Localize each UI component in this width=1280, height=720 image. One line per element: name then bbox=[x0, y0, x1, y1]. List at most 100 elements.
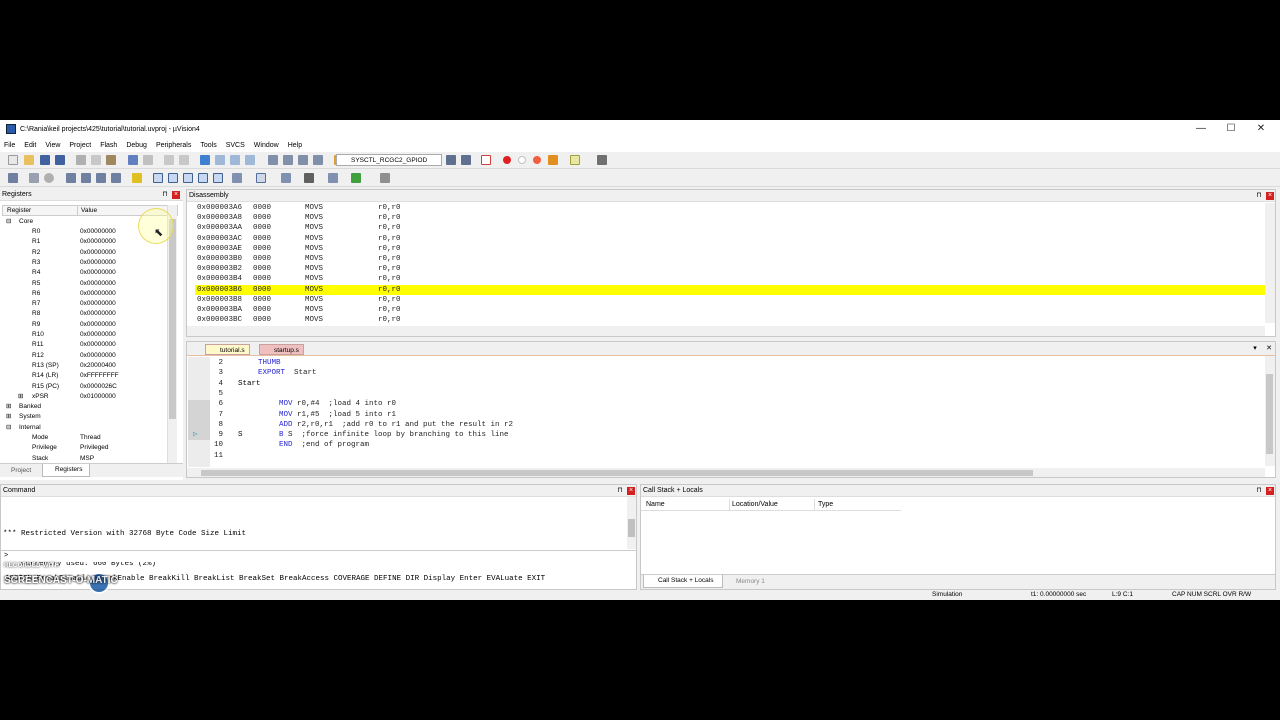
register-value[interactable]: 0x00000000 bbox=[80, 248, 116, 258]
col-location[interactable]: Location/Value bbox=[732, 501, 778, 508]
command-pin-button[interactable]: ⊓ bbox=[616, 487, 624, 495]
comment-icon[interactable] bbox=[298, 155, 308, 165]
unindent-icon[interactable] bbox=[283, 155, 293, 165]
analysis-window-icon[interactable] bbox=[304, 173, 314, 183]
col-name[interactable]: Name bbox=[646, 501, 665, 508]
registers-window-icon[interactable] bbox=[198, 173, 208, 183]
menu-svcs[interactable]: SVCS bbox=[226, 142, 245, 149]
code-line[interactable]: 8 ADD r2,r0,r1 ;add r0 to r1 and put the … bbox=[187, 420, 1257, 430]
disassembly-row[interactable]: 0x000003B2 0000 MOVS r0,r0 bbox=[195, 264, 1265, 274]
watch-window-icon[interactable] bbox=[232, 173, 242, 183]
register-value[interactable]: 0x00000000 bbox=[80, 289, 116, 299]
register-value[interactable]: 0xFFFFFFFF bbox=[80, 371, 119, 381]
tree-group-banked[interactable]: ⊞ Banked bbox=[0, 402, 180, 412]
register-row[interactable]: R2 0x00000000 bbox=[0, 248, 180, 258]
system-viewer-icon[interactable] bbox=[351, 173, 361, 183]
callstack-close-button[interactable]: × bbox=[1266, 487, 1274, 495]
register-value[interactable]: 0x01000000 bbox=[80, 392, 116, 402]
col-divider[interactable] bbox=[729, 499, 730, 511]
code-line[interactable]: 11 bbox=[187, 451, 1257, 461]
register-row[interactable]: R9 0x00000000 bbox=[0, 320, 180, 330]
register-value[interactable]: 0x00000000 bbox=[80, 258, 116, 268]
editor-hscroll-thumb[interactable] bbox=[201, 470, 1033, 476]
indent-icon[interactable] bbox=[268, 155, 278, 165]
menu-debug[interactable]: Debug bbox=[126, 142, 147, 149]
minimize-button[interactable]: — bbox=[1186, 120, 1216, 138]
open-file-icon[interactable] bbox=[24, 155, 34, 165]
tree-group-system[interactable]: ⊞ System bbox=[0, 412, 180, 422]
register-row[interactable]: ⊞ xPSR 0x01000000 bbox=[0, 392, 180, 402]
nav-back-icon[interactable] bbox=[164, 155, 174, 165]
editor-vscroll-thumb[interactable] bbox=[1266, 374, 1273, 454]
register-row[interactable]: Privilege Privileged bbox=[0, 443, 180, 453]
register-value[interactable]: 0x00000000 bbox=[80, 237, 116, 247]
disassembly-row[interactable]: 0x000003B8 0000 MOVS r0,r0 bbox=[195, 295, 1265, 305]
menu-window[interactable]: Window bbox=[254, 142, 279, 149]
col-value[interactable]: Value bbox=[81, 207, 97, 214]
disassembly-row[interactable]: 0x000003A8 0000 MOVS r0,r0 bbox=[195, 213, 1265, 223]
register-row[interactable]: R4 0x00000000 bbox=[0, 268, 180, 278]
step-over-icon[interactable] bbox=[81, 173, 91, 183]
disassembly-vscroll[interactable] bbox=[1265, 203, 1275, 323]
disassembly-row[interactable]: 0x000003AA 0000 MOVS r0,r0 bbox=[195, 223, 1265, 233]
code-line[interactable]: 2 THUMB bbox=[187, 358, 1257, 368]
code-line[interactable]: 7 MOV r1,#5 ;load 5 into r1 bbox=[187, 410, 1257, 420]
register-value[interactable]: 0x0000026C bbox=[80, 382, 117, 392]
target-combo[interactable]: SYSCTL_RCGC2_GPIOD bbox=[336, 154, 442, 166]
code-line[interactable]: 3 EXPORT Start bbox=[187, 368, 1257, 378]
call-stack-window-icon[interactable] bbox=[213, 173, 223, 183]
uncomment-icon[interactable] bbox=[313, 155, 323, 165]
run-to-cursor-icon[interactable] bbox=[111, 173, 121, 183]
nav-forward-icon[interactable] bbox=[179, 155, 189, 165]
save-icon[interactable] bbox=[40, 155, 50, 165]
code-line[interactable]: 5 bbox=[187, 389, 1257, 399]
register-row[interactable]: Mode Thread bbox=[0, 433, 180, 443]
register-row[interactable]: R5 0x00000000 bbox=[0, 279, 180, 289]
menu-project[interactable]: Project bbox=[69, 142, 91, 149]
menu-flash[interactable]: Flash bbox=[100, 142, 117, 149]
toolbox-icon[interactable] bbox=[380, 173, 390, 183]
register-row[interactable]: R15 (PC) 0x0000026C bbox=[0, 382, 180, 392]
registers-pin-button[interactable]: ⊓ bbox=[161, 191, 169, 199]
expand-icon[interactable]: ⊟ bbox=[6, 423, 11, 433]
register-row[interactable]: R6 0x00000000 bbox=[0, 289, 180, 299]
cut-icon[interactable] bbox=[76, 155, 86, 165]
register-row[interactable]: R7 0x00000000 bbox=[0, 299, 180, 309]
disassembly-row[interactable]: 0x000003BC 0000 MOVS r0,r0 bbox=[195, 315, 1265, 325]
register-value[interactable]: 0x00000000 bbox=[80, 227, 116, 237]
incremental-find-icon[interactable] bbox=[461, 155, 471, 165]
disassembly-close-button[interactable]: × bbox=[1266, 192, 1274, 200]
paste-icon[interactable] bbox=[106, 155, 116, 165]
expand-icon[interactable]: ⊞ bbox=[18, 392, 23, 402]
menu-tools[interactable]: Tools bbox=[200, 142, 216, 149]
register-value[interactable]: 0x20000400 bbox=[80, 361, 116, 371]
tab-tutorial-s[interactable]: tutorial.s bbox=[205, 344, 250, 355]
trace-window-icon[interactable] bbox=[328, 173, 338, 183]
stop-icon[interactable] bbox=[44, 173, 54, 183]
register-row[interactable]: R10 0x00000000 bbox=[0, 330, 180, 340]
tab-callstack[interactable]: Call Stack + Locals bbox=[643, 575, 723, 588]
serial-window-icon[interactable] bbox=[281, 173, 291, 183]
symbols-window-icon[interactable] bbox=[183, 173, 193, 183]
command-vscroll-thumb[interactable] bbox=[628, 519, 635, 537]
insert-breakpoint-icon[interactable] bbox=[503, 156, 511, 164]
register-row[interactable]: R13 (SP) 0x20000400 bbox=[0, 361, 180, 371]
window-layout-icon[interactable] bbox=[570, 155, 580, 165]
editor-tabs-menu-icon[interactable]: ▾ bbox=[1251, 345, 1259, 353]
callstack-pin-button[interactable]: ⊓ bbox=[1255, 487, 1263, 495]
new-file-icon[interactable] bbox=[8, 155, 18, 165]
command-close-button[interactable]: × bbox=[627, 487, 635, 495]
register-row[interactable]: R3 0x00000000 bbox=[0, 258, 180, 268]
debug-session-icon[interactable] bbox=[481, 155, 491, 165]
register-value[interactable]: 0x00000000 bbox=[80, 268, 116, 278]
disassembly-row[interactable]: 0x000003A6 0000 MOVS r0,r0 bbox=[195, 203, 1265, 213]
save-all-icon[interactable] bbox=[55, 155, 65, 165]
tab-startup-s[interactable]: startup.s bbox=[259, 344, 304, 355]
command-window-icon[interactable] bbox=[153, 173, 163, 183]
tree-group-internal[interactable]: ⊟ Internal bbox=[0, 423, 180, 433]
register-value[interactable]: 0x00000000 bbox=[80, 320, 116, 330]
undo-icon[interactable] bbox=[128, 155, 138, 165]
disassembly-pin-button[interactable]: ⊓ bbox=[1255, 192, 1263, 200]
col-divider[interactable] bbox=[814, 499, 815, 511]
code-line[interactable]: 9SB S ;force infinite loop by branching … bbox=[187, 430, 1257, 440]
